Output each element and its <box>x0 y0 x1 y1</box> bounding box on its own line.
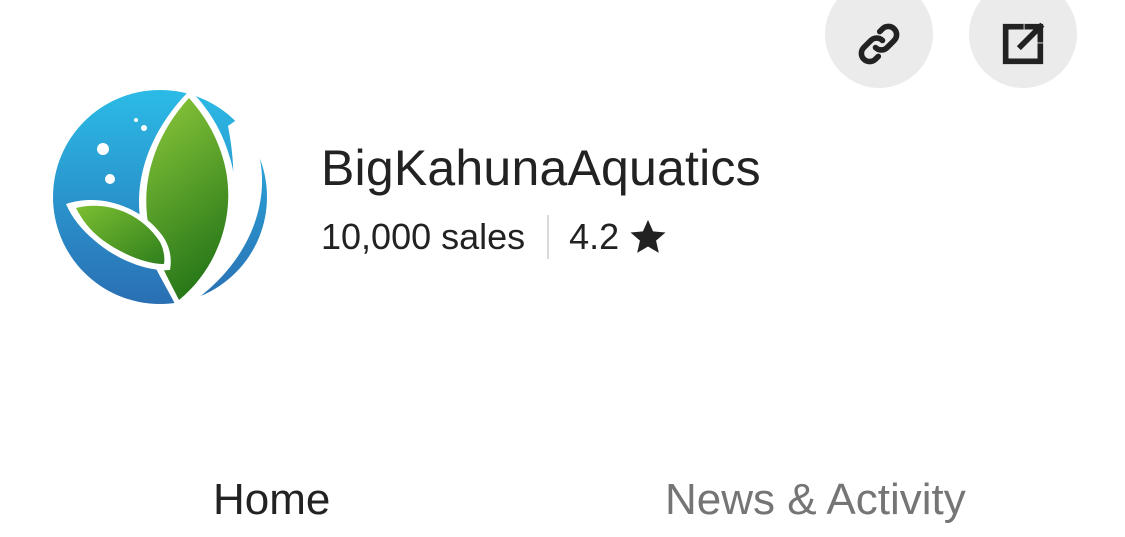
tab-home[interactable]: Home <box>213 472 330 528</box>
star-icon <box>627 216 669 258</box>
external-share-icon <box>997 18 1049 70</box>
shop-logo <box>52 88 272 312</box>
stats-divider <box>547 215 550 259</box>
open-external-button[interactable] <box>969 0 1077 88</box>
shop-stats: 10,000 sales 4.2 <box>321 212 669 262</box>
link-icon <box>851 16 907 72</box>
copy-link-button[interactable] <box>825 0 933 88</box>
tab-news-activity[interactable]: News & Activity <box>665 472 966 528</box>
sales-count: 10,000 sales <box>321 216 526 257</box>
shop-name: BigKahunaAquatics <box>321 140 761 196</box>
shop-rating: 4.2 <box>569 216 620 257</box>
